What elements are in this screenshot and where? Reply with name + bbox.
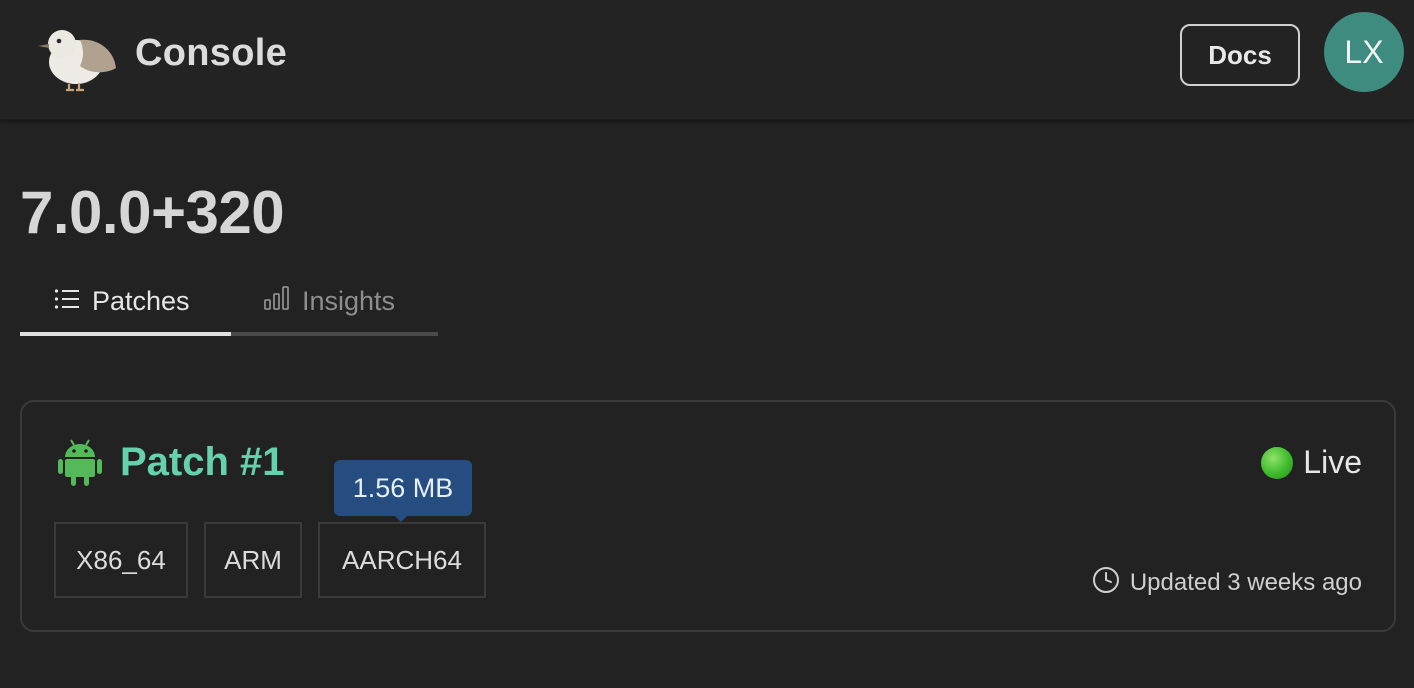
tab-patches-label: Patches	[92, 285, 190, 316]
patch-title[interactable]: Patch #1	[120, 440, 285, 485]
tab-patches[interactable]: Patches	[20, 270, 231, 336]
arch-chip-arm[interactable]: ARM	[204, 522, 302, 598]
arch-chip-aarch64[interactable]: AARCH64	[318, 522, 486, 598]
tab-insights[interactable]: Insights	[231, 270, 438, 336]
page-title: 7.0.0+320	[20, 179, 285, 246]
patch-card[interactable]: Patch #1 Live 1.56 MB X86_64 ARM AARCH64…	[20, 400, 1396, 632]
arch-chip-x86-64[interactable]: X86_64	[54, 522, 188, 598]
app-title: Console	[135, 32, 288, 74]
top-bar: Console Docs LX	[0, 0, 1414, 120]
status-label: Live	[1303, 444, 1362, 480]
bar-chart-icon	[264, 285, 302, 317]
updated-info: Updated 3 weeks ago	[1092, 566, 1362, 599]
tab-bar: Patches Insights	[20, 270, 438, 336]
docs-button[interactable]: Docs	[1180, 24, 1300, 86]
size-tooltip: 1.56 MB	[334, 460, 472, 516]
tab-insights-label: Insights	[302, 285, 396, 316]
list-icon	[54, 286, 92, 317]
clock-icon	[1092, 566, 1120, 599]
avatar[interactable]: LX	[1324, 12, 1404, 92]
android-icon	[58, 438, 102, 493]
green-circle-icon	[1261, 446, 1294, 479]
status-badge: Live	[1261, 444, 1362, 481]
tooltip-arrow	[393, 514, 409, 522]
updated-label: Updated 3 weeks ago	[1129, 568, 1362, 596]
bird-logo-icon[interactable]	[36, 16, 120, 92]
